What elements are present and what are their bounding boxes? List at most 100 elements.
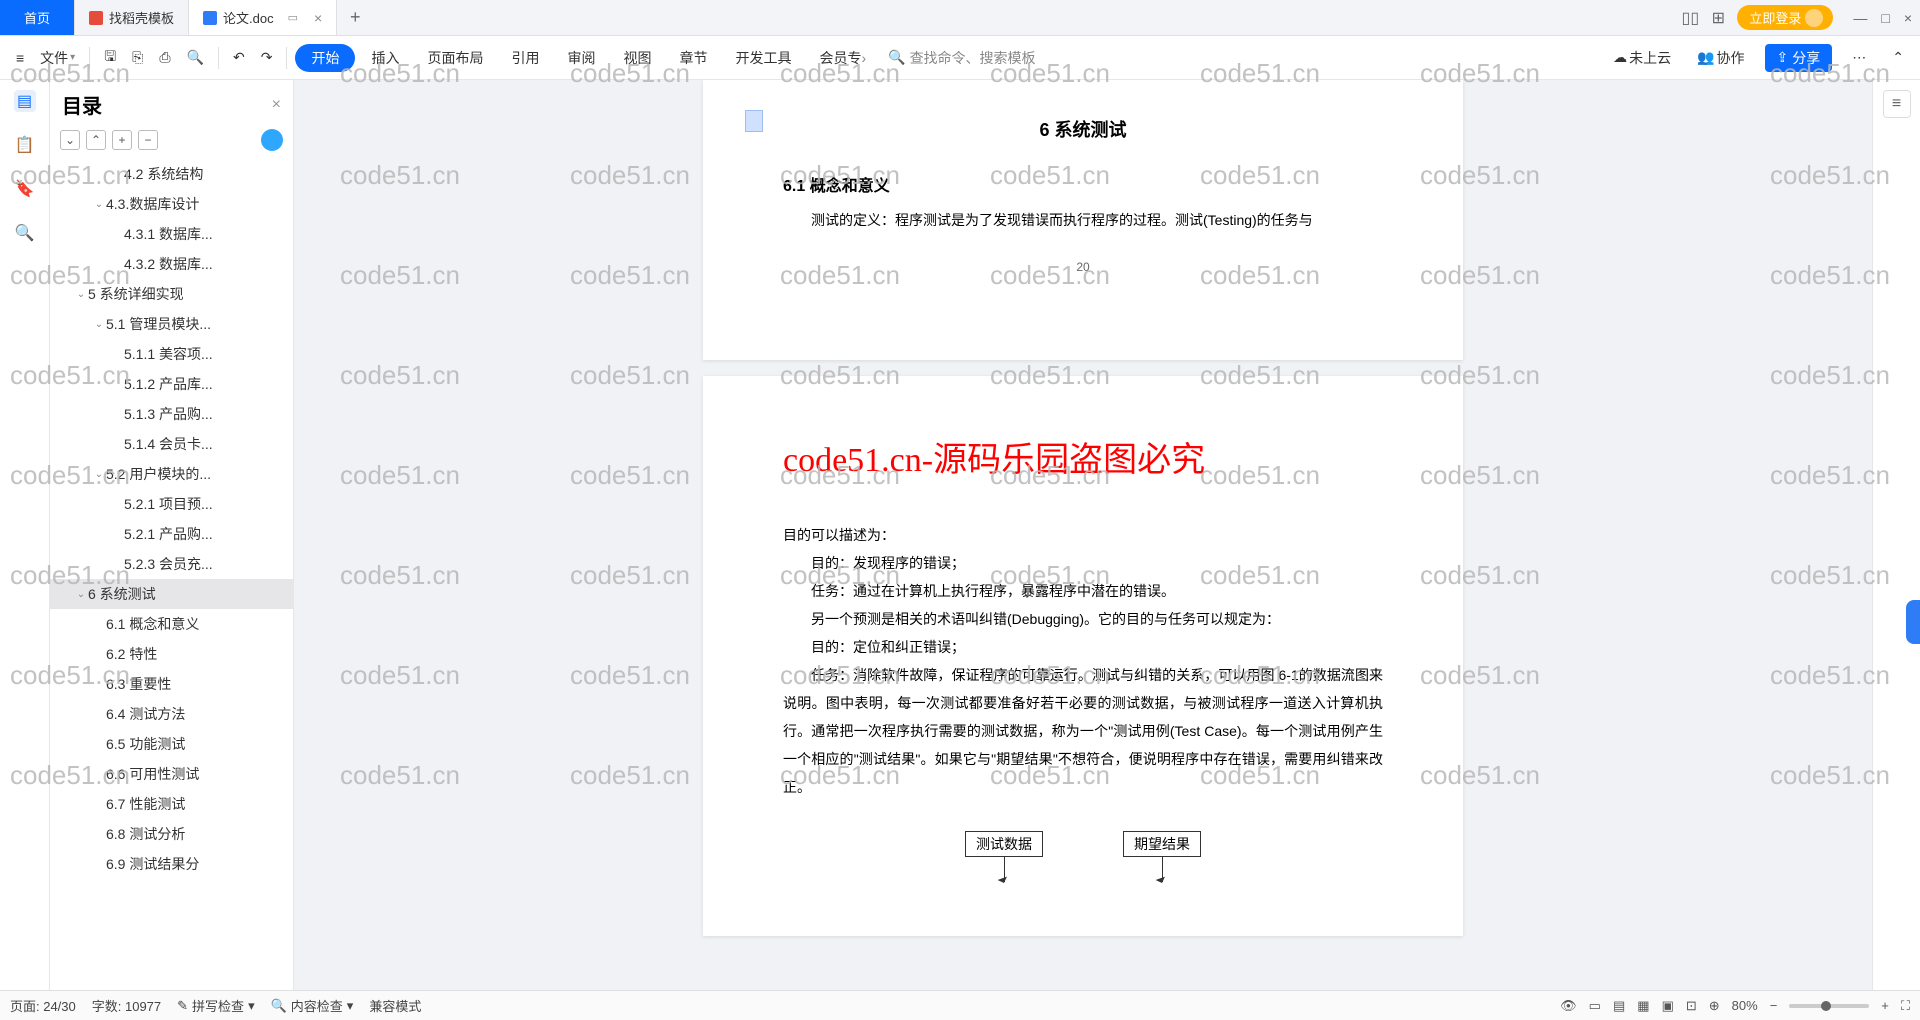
zoom-level[interactable]: 80% [1732, 998, 1758, 1013]
menu-start[interactable]: 开始 [295, 44, 355, 72]
clipboard-icon[interactable]: 📋 [14, 134, 36, 156]
undo-icon[interactable]: ↶ [227, 45, 251, 70]
nav-close-icon[interactable]: × [272, 96, 281, 114]
page-indicator[interactable]: 页面: 24/30 [10, 996, 76, 1015]
nav-item[interactable]: 5.1.4 会员卡... [50, 429, 293, 459]
fullscreen-icon[interactable]: ⛶ [1901, 998, 1910, 1014]
outline-icon[interactable]: ▤ [14, 90, 36, 112]
view-read-icon[interactable]: ▣ [1662, 998, 1674, 1014]
toolbar-menu-icon[interactable]: ⋯ [1846, 45, 1872, 70]
nav-item[interactable]: 6.5 功能测试 [50, 729, 293, 759]
para-def: 测试的定义：程序测试是为了发现错误而执行程序的过程。测试(Testing)的任务… [783, 206, 1383, 234]
menu-review[interactable]: 审阅 [555, 44, 607, 72]
nav-item[interactable]: ⌄6 系统测试 [50, 579, 293, 609]
nav-item[interactable]: 6.3 重要性 [50, 669, 293, 699]
zoom-slider[interactable] [1789, 1004, 1869, 1008]
print-icon[interactable]: ⎙ [153, 45, 176, 70]
watermark-banner: code51.cn-源码乐园盗图必究 [783, 432, 1383, 481]
view-web-icon[interactable]: ▦ [1637, 998, 1649, 1014]
zoom-in-icon[interactable]: + [1881, 998, 1889, 1013]
cloud-status[interactable]: ☁ 未上云 [1607, 44, 1677, 72]
nav-item[interactable]: ⌄5.1 管理员模块... [50, 309, 293, 339]
nav-item[interactable]: 5.1.3 产品购... [50, 399, 293, 429]
nav-item[interactable]: 4.3.1 数据库... [50, 219, 293, 249]
login-button[interactable]: 立即登录 [1737, 5, 1833, 30]
flow-diagram: 测试数据 期望结果 [783, 831, 1383, 857]
nav-item[interactable]: ⌄4.3.数据库设计 [50, 189, 293, 219]
search-icon[interactable]: 🔍 [14, 222, 36, 244]
nav-item[interactable]: 6.8 测试分析 [50, 819, 293, 849]
redo-icon[interactable]: ↷ [255, 45, 279, 70]
toolbar-collapse-icon[interactable]: ⌃ [1886, 45, 1910, 70]
menu-layout[interactable]: 页面布局 [415, 44, 495, 72]
expand-all-icon[interactable]: ⌃ [86, 130, 106, 150]
titlebar: 首页 找稻壳模板 论文.doc ▭ × + ▯▯ ⊞ 立即登录 — □ × [0, 0, 1920, 36]
tab-template[interactable]: 找稻壳模板 [75, 0, 189, 35]
nav-item[interactable]: 6.4 测试方法 [50, 699, 293, 729]
menu-ref[interactable]: 引用 [499, 44, 551, 72]
nav-item[interactable]: 4.3.2 数据库... [50, 249, 293, 279]
word-count[interactable]: 字数: 10977 [92, 996, 161, 1015]
nav-item[interactable]: 4.2 系统结构 [50, 159, 293, 189]
page-number: 20 [783, 260, 1383, 274]
nav-item[interactable]: 5.1.2 产品库... [50, 369, 293, 399]
nav-item[interactable]: 5.2.1 产品购... [50, 519, 293, 549]
spellcheck-button[interactable]: ✎ 拼写检查 ▾ [177, 996, 254, 1015]
menu-insert[interactable]: 插入 [359, 44, 411, 72]
remove-node-icon[interactable]: − [138, 130, 158, 150]
nav-item[interactable]: 5.2.3 会员充... [50, 549, 293, 579]
flow-box-testdata: 测试数据 [965, 831, 1043, 857]
export-icon[interactable]: ⎘ [126, 45, 149, 70]
menu-view[interactable]: 视图 [611, 44, 663, 72]
zoom-fit-icon[interactable]: ⊕ [1709, 998, 1720, 1014]
tab-home[interactable]: 首页 [0, 0, 75, 35]
menu-chapter[interactable]: 章节 [667, 44, 719, 72]
collab-button[interactable]: 👥 协作 [1691, 44, 1750, 72]
bookmark-icon[interactable]: 🔖 [14, 178, 36, 200]
tab-document[interactable]: 论文.doc ▭ × [189, 0, 337, 35]
eye-icon[interactable]: 👁 [1560, 998, 1577, 1014]
nav-item[interactable]: 6.2 特性 [50, 639, 293, 669]
layout-icon[interactable]: ▯▯ [1681, 9, 1699, 27]
view-outline-icon[interactable]: ▤ [1613, 998, 1625, 1014]
nav-item[interactable]: ⌄5 系统详细实现 [50, 279, 293, 309]
preview-icon[interactable]: 🔍 [181, 45, 210, 70]
nav-item[interactable]: 5.1.1 美容项... [50, 339, 293, 369]
maximize-button[interactable]: □ [1881, 10, 1889, 26]
close-window-button[interactable]: × [1904, 10, 1912, 26]
content-check-button[interactable]: 🔍 内容检查 ▾ [271, 996, 354, 1015]
menu-vip[interactable]: 会员专› [807, 44, 878, 72]
save-icon[interactable]: 🖫 [98, 42, 122, 74]
command-search[interactable]: 🔍查找命令、搜索模板 [888, 48, 1035, 68]
nav-title: 目录 [62, 90, 102, 119]
nav-item[interactable]: 6.9 测试结果分 [50, 849, 293, 879]
view-page-icon[interactable]: ▭ [1589, 998, 1601, 1014]
format-panel-icon[interactable]: ≡ [1883, 90, 1911, 118]
para-goaldesc: 目的可以描述为： [783, 521, 1383, 549]
add-tab-button[interactable]: + [337, 0, 373, 35]
file-menu[interactable]: 文件▾ [34, 44, 81, 72]
close-tab-icon[interactable]: × [314, 10, 322, 26]
apps-icon[interactable]: ⊞ [1709, 9, 1727, 27]
login-label: 立即登录 [1749, 8, 1801, 27]
nav-item[interactable]: 6.1 概念和意义 [50, 609, 293, 639]
collapse-all-icon[interactable]: ⌄ [60, 130, 80, 150]
share-button[interactable]: ⇪ 分享 [1765, 44, 1833, 72]
comment-icon[interactable]: ⊡ [1686, 998, 1697, 1014]
para-goal: 目的：发现程序的错误； [783, 549, 1383, 577]
menu-button[interactable]: ≡ [10, 46, 30, 70]
nav-item[interactable]: 5.2.1 项目预... [50, 489, 293, 519]
window-mode-icon[interactable]: ▭ [288, 11, 298, 24]
nav-item[interactable]: 6.6 可用性测试 [50, 759, 293, 789]
minimize-button[interactable]: — [1853, 10, 1867, 26]
menu-dev[interactable]: 开发工具 [723, 44, 803, 72]
chat-icon[interactable] [261, 129, 283, 151]
side-flyout-tab[interactable] [1906, 600, 1920, 644]
nav-tree[interactable]: 4.2 系统结构⌄4.3.数据库设计4.3.1 数据库...4.3.2 数据库.… [50, 159, 293, 990]
add-node-icon[interactable]: + [112, 130, 132, 150]
zoom-out-icon[interactable]: − [1770, 998, 1778, 1013]
nav-item[interactable]: 6.7 性能测试 [50, 789, 293, 819]
compat-mode[interactable]: 兼容模式 [369, 996, 421, 1015]
document-area[interactable]: 6 系统测试 6.1 概念和意义 测试的定义：程序测试是为了发现错误而执行程序的… [294, 80, 1872, 990]
nav-item[interactable]: ⌄5.2 用户模块的... [50, 459, 293, 489]
